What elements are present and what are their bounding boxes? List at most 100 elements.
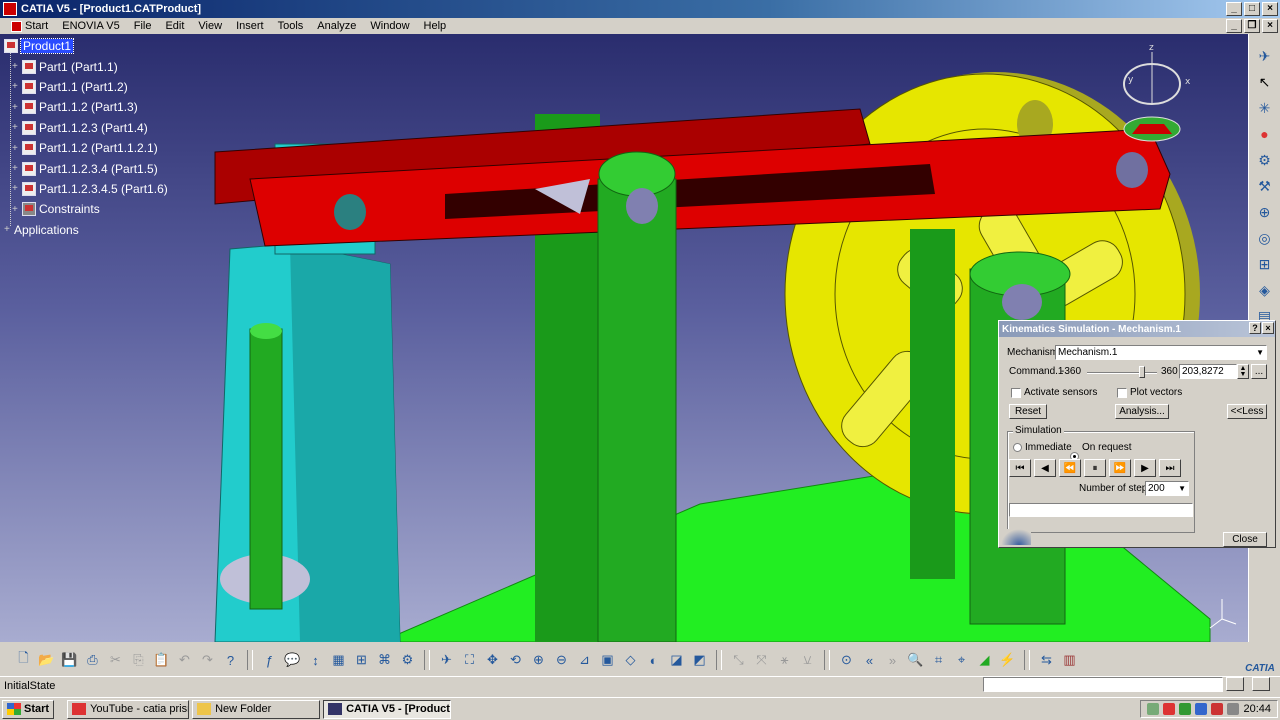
doc-minimize-button[interactable]: _ (1226, 19, 1242, 33)
doc-restore-button[interactable]: ❐ (1244, 19, 1260, 33)
bluetooth-icon[interactable] (1195, 703, 1208, 715)
fit-all-icon[interactable]: ⛶ (460, 651, 479, 670)
bill-of-material-icon[interactable]: ▥ (1060, 651, 1079, 670)
menu-item-edit[interactable]: Edit (158, 20, 191, 32)
options-icon[interactable]: ⚙ (398, 651, 417, 670)
sync-icon[interactable] (1179, 703, 1192, 715)
dialog-title-bar[interactable]: Kinematics Simulation - Mechanism.1 ? × (999, 321, 1275, 337)
dialog-close-x-button[interactable]: × (1262, 322, 1274, 334)
save-icon[interactable]: 💾 (60, 651, 79, 670)
hide-show-icon[interactable]: ◪ (667, 651, 686, 670)
command-more-button[interactable]: ... (1251, 364, 1267, 379)
search-icon[interactable]: 🔍 (906, 651, 925, 670)
sectioning-icon[interactable]: ◢ (975, 651, 994, 670)
previous-icon[interactable]: « (860, 651, 879, 670)
tree-node-part[interactable]: + Part1 (Part1.1) (4, 56, 168, 76)
tree-icon[interactable]: ⊞ (352, 651, 371, 670)
undo-icon[interactable]: ↶ (175, 651, 194, 670)
mechanism-icon[interactable]: ⚒ (1255, 176, 1275, 196)
pause-icon[interactable]: ⏸ (1084, 459, 1106, 477)
joint-icon[interactable]: ⊕ (1255, 202, 1275, 222)
jump-to-start-icon[interactable]: ⏮ (1009, 459, 1031, 477)
analysis-icon[interactable]: ⊞ (1255, 254, 1275, 274)
next-icon[interactable]: » (883, 651, 902, 670)
menu-item-tools[interactable]: Tools (271, 20, 311, 32)
clash-detection-icon[interactable]: ⚡ (998, 651, 1017, 670)
simulation-icon[interactable]: ◎ (1255, 228, 1275, 248)
tree-node-part[interactable]: + Part1.1.2.3 (Part1.4) (4, 118, 168, 138)
immediate-radio[interactable] (1013, 443, 1022, 452)
expand-icon[interactable]: + (12, 61, 20, 72)
start-button[interactable]: Start (2, 699, 55, 719)
stop-manipulate-icon[interactable]: ⚺ (798, 651, 817, 670)
expand-icon[interactable]: + (12, 204, 20, 215)
paste-icon[interactable]: 📋 (152, 651, 171, 670)
power-input-extra-button[interactable] (1252, 677, 1270, 691)
mechanism-select[interactable]: Mechanism.1 ▼ (1055, 345, 1267, 360)
antivirus-icon[interactable] (1163, 703, 1176, 715)
taskbar-item-folder[interactable]: New Folder (192, 699, 321, 719)
reset-button[interactable]: Reset (1009, 404, 1047, 419)
play-forward-icon[interactable]: ▶ (1134, 459, 1156, 477)
new-file-icon[interactable]: 🗋 (14, 650, 33, 670)
menu-item-window[interactable]: Window (363, 20, 416, 32)
expand-icon[interactable]: + (12, 143, 20, 154)
less-button[interactable]: <<Less (1227, 404, 1267, 419)
menu-item-start[interactable]: Start (4, 20, 56, 32)
tree-node-root[interactable]: Product1 (4, 36, 168, 56)
grid-icon[interactable]: ▦ (329, 651, 348, 670)
command-slider[interactable] (1087, 372, 1157, 374)
tree-node-constraints[interactable]: + Constraints (4, 199, 168, 219)
open-folder-icon[interactable]: 📂 (37, 651, 56, 670)
play-backward-icon[interactable]: ◀ (1034, 459, 1056, 477)
catalog-browser-icon[interactable]: ⇆ (1037, 651, 1056, 670)
close-button[interactable]: × (1262, 2, 1278, 16)
pan-icon[interactable]: ✥ (483, 651, 502, 670)
menu-item-analyze[interactable]: Analyze (310, 20, 363, 32)
manipulate-icon[interactable]: ⤧ (752, 651, 771, 670)
expand-icon[interactable]: + (12, 183, 20, 194)
tree-node-part[interactable]: + Part1.1 (Part1.2) (4, 77, 168, 97)
constraint-icon[interactable]: ⚙ (1255, 150, 1275, 170)
inertia-icon[interactable]: ⌖ (952, 651, 971, 670)
step-forward-icon[interactable]: ⏩ (1109, 459, 1131, 477)
taskbar-item-catia[interactable]: CATIA V5 - [Product1.... (323, 699, 452, 719)
adobe-icon[interactable] (1211, 703, 1224, 715)
explode-icon[interactable]: ✳ (1255, 98, 1275, 118)
tree-node-part[interactable]: + Part1.1.2.3.4.5 (Part1.6) (4, 179, 168, 199)
expand-icon[interactable]: + (12, 163, 20, 174)
iso-view-icon[interactable]: ◇ (621, 651, 640, 670)
dialog-help-button[interactable]: ? (1249, 322, 1261, 334)
maximize-button[interactable]: □ (1244, 2, 1260, 16)
snap-icon[interactable]: ⤡ (729, 651, 748, 670)
taskbar-item-youtube[interactable]: YouTube - catia prismatic... (67, 699, 190, 719)
menu-item-view[interactable]: View (191, 20, 229, 32)
menu-item-insert[interactable]: Insert (229, 20, 271, 32)
sensor-icon[interactable]: ◈ (1255, 280, 1275, 300)
comment-icon[interactable]: 💬 (283, 651, 302, 670)
tree-node-part[interactable]: + Part1.1.2 (Part1.1.2.1) (4, 138, 168, 158)
step-backward-icon[interactable]: ⏪ (1059, 459, 1081, 477)
expand-icon[interactable]: + (12, 102, 20, 113)
zoom-out-icon[interactable]: ⊖ (552, 651, 571, 670)
fire-icon[interactable]: ● (1255, 124, 1275, 144)
menu-item-enovia[interactable]: ENOVIA V5 (55, 20, 126, 32)
select-icon[interactable]: ↖ (1255, 72, 1275, 92)
network-icon[interactable] (1147, 703, 1160, 715)
analysis-button[interactable]: Analysis... (1115, 404, 1169, 419)
fly-mode-icon[interactable]: ✈ (1255, 46, 1275, 66)
plot-vectors-checkbox[interactable] (1117, 388, 1127, 398)
normal-view-icon[interactable]: ⊿ (575, 651, 594, 670)
fly-icon[interactable]: ✈ (437, 651, 456, 670)
update-icon[interactable]: ↕ (306, 651, 325, 670)
volume-icon[interactable] (1227, 703, 1240, 715)
copy-icon[interactable]: ⎘ (129, 651, 148, 670)
compass-icon[interactable]: z x y (1122, 44, 1202, 154)
multi-view-icon[interactable]: ▣ (598, 651, 617, 670)
clock[interactable]: 20:44 (1243, 703, 1271, 715)
catalog-icon[interactable]: ⌘ (375, 651, 394, 670)
cut-icon[interactable]: ✂ (106, 651, 125, 670)
swap-space-icon[interactable]: ◩ (690, 651, 709, 670)
tree-node-part[interactable]: + Part1.1.2.3.4 (Part1.5) (4, 158, 168, 178)
power-input-options-button[interactable] (1226, 677, 1244, 691)
